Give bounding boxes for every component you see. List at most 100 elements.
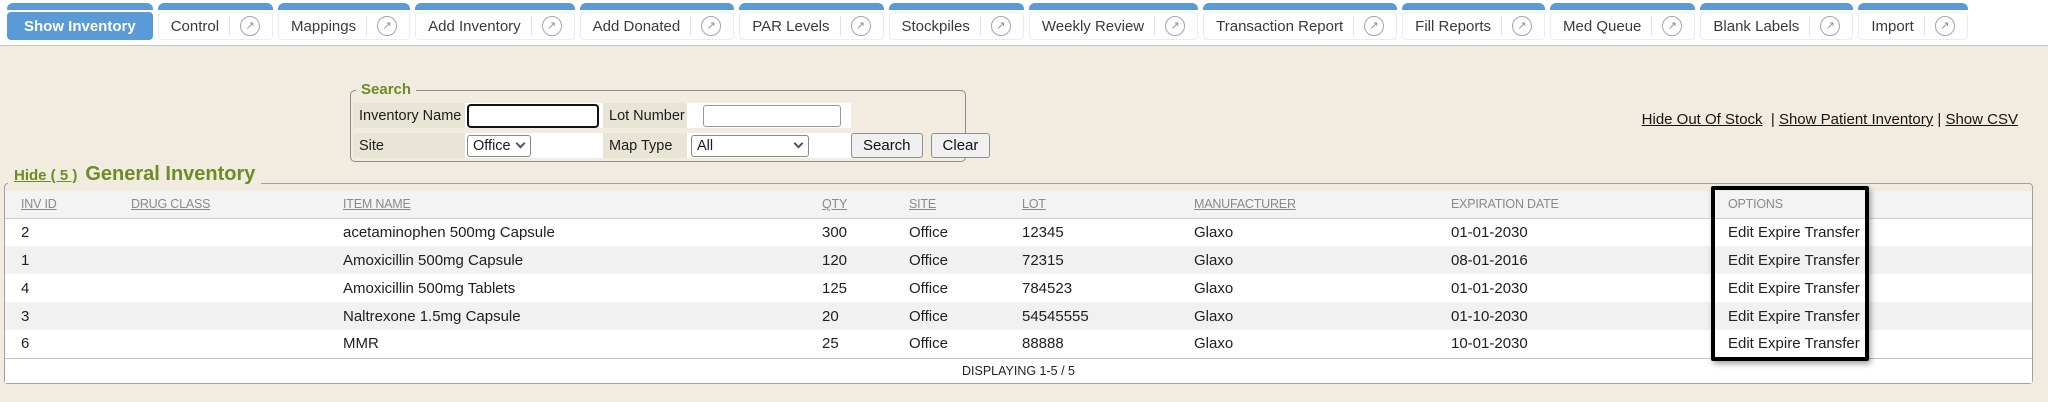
column-header-drug-class[interactable]: DRUG CLASS: [115, 191, 327, 218]
site-cell: Office: [893, 274, 1006, 302]
hide-out-of-stock-link[interactable]: Hide Out Of Stock: [1642, 111, 1763, 128]
site-select[interactable]: Office: [467, 135, 531, 157]
column-header-item-name[interactable]: ITEM NAME: [327, 191, 806, 218]
external-link-icon[interactable]: ↗: [1364, 16, 1384, 36]
external-link-icon[interactable]: ↗: [991, 16, 1011, 36]
edit-link[interactable]: Edit: [1728, 280, 1754, 297]
expire-link[interactable]: Expire: [1758, 224, 1801, 241]
column-header-inv-id[interactable]: INV ID: [5, 191, 115, 218]
clear-button[interactable]: Clear: [931, 133, 991, 158]
tab-label: Stockpiles: [902, 18, 970, 35]
edit-link[interactable]: Edit: [1728, 335, 1754, 352]
expiration-date-cell: 01-01-2030: [1435, 274, 1712, 302]
expiration-date-cell: 08-01-2016: [1435, 246, 1712, 274]
options-cell: Edit Expire Transfer: [1712, 330, 1872, 358]
tab-add-donated[interactable]: Add Donated ↗: [580, 3, 735, 40]
tab-icon-wrap: ↗: [1353, 16, 1384, 36]
table-body: 2acetaminophen 500mg Capsule300Office123…: [5, 218, 2032, 358]
lot-number-input[interactable]: [703, 105, 841, 127]
tab-fill-reports[interactable]: Fill Reports ↗: [1402, 3, 1545, 40]
map-type-select-value: All: [697, 138, 713, 154]
qty-cell: 120: [806, 246, 893, 274]
inv-id-cell: 1: [5, 246, 115, 274]
show-csv-link[interactable]: Show CSV: [1945, 111, 2018, 128]
external-link-icon[interactable]: ↗: [542, 16, 562, 36]
tab-par-levels[interactable]: PAR Levels ↗: [739, 3, 883, 40]
map-type-select[interactable]: All: [691, 135, 809, 157]
column-header-lot[interactable]: LOT: [1006, 191, 1178, 218]
tab-label: Transaction Report: [1216, 18, 1343, 35]
inventory-table-wrap: INV IDDRUG CLASSITEM NAMEQTYSITELOTMANUF…: [5, 191, 2032, 383]
tab-label: Show Inventory: [24, 18, 136, 35]
chevron-down-icon: [794, 139, 804, 149]
transfer-link[interactable]: Transfer: [1804, 280, 1859, 297]
expire-link[interactable]: Expire: [1758, 252, 1801, 269]
tab-label: Blank Labels: [1713, 18, 1799, 35]
transfer-link[interactable]: Transfer: [1804, 252, 1859, 269]
edit-link[interactable]: Edit: [1728, 224, 1754, 241]
column-header-site[interactable]: SITE: [893, 191, 1006, 218]
displaying-status: DISPLAYING 1-5 / 5: [5, 358, 2032, 383]
tab-cap: [278, 3, 410, 10]
manufacturer-cell: Glaxo: [1178, 302, 1435, 330]
external-link-icon[interactable]: ↗: [240, 16, 260, 36]
transfer-link[interactable]: Transfer: [1804, 224, 1859, 241]
page-title: General Inventory: [85, 163, 255, 186]
options-cell: Edit Expire Transfer: [1712, 302, 1872, 330]
external-link-icon[interactable]: ↗: [1935, 16, 1955, 36]
edit-link[interactable]: Edit: [1728, 252, 1754, 269]
filler-cell: [1872, 302, 2032, 330]
column-header-qty[interactable]: QTY: [806, 191, 893, 218]
tab-icon-wrap: ↗: [1809, 16, 1840, 36]
item-name-cell: acetaminophen 500mg Capsule: [327, 218, 806, 246]
inv-id-cell: 3: [5, 302, 115, 330]
tab-cap: [1029, 3, 1198, 10]
show-patient-inventory-link[interactable]: Show Patient Inventory: [1779, 111, 1933, 128]
external-link-icon[interactable]: ↗: [1820, 16, 1840, 36]
hide-count-link[interactable]: Hide ( 5 ): [14, 167, 77, 184]
inventory-name-input[interactable]: [467, 104, 599, 128]
tab-cap: [7, 3, 153, 10]
tab-stockpiles[interactable]: Stockpiles ↗: [889, 3, 1024, 40]
table-row: 6MMR25Office88888Glaxo10-01-2030Edit Exp…: [5, 330, 2032, 358]
tab-add-inventory[interactable]: Add Inventory ↗: [415, 3, 575, 40]
chevron-down-icon: [516, 139, 526, 149]
tab-mappings[interactable]: Mappings ↗: [278, 3, 410, 40]
tab-cap: [1550, 3, 1695, 10]
tab-blank-labels[interactable]: Blank Labels ↗: [1700, 3, 1853, 40]
tab-weekly-review[interactable]: Weekly Review ↗: [1029, 3, 1198, 40]
column-header-manufacturer[interactable]: MANUFACTURER: [1178, 191, 1435, 218]
tab-control[interactable]: Control ↗: [158, 3, 273, 40]
tab-label: PAR Levels: [752, 18, 829, 35]
column-header-options: OPTIONS: [1712, 191, 1872, 218]
tab-cap: [580, 3, 735, 10]
external-link-icon[interactable]: ↗: [701, 16, 721, 36]
search-grid: Inventory Name Lot Number Site Office Ma…: [353, 103, 961, 158]
external-link-icon[interactable]: ↗: [1165, 16, 1185, 36]
tab-show-inventory[interactable]: Show Inventory: [7, 3, 153, 40]
external-link-icon[interactable]: ↗: [1512, 16, 1532, 36]
edit-link[interactable]: Edit: [1728, 308, 1754, 325]
tab-transaction-report[interactable]: Transaction Report ↗: [1203, 3, 1397, 40]
external-link-icon[interactable]: ↗: [851, 16, 871, 36]
drug-class-cell: [115, 218, 327, 246]
search-legend: Search: [356, 81, 416, 98]
expire-link[interactable]: Expire: [1758, 308, 1801, 325]
manufacturer-cell: Glaxo: [1178, 246, 1435, 274]
filler-cell: [1872, 274, 2032, 302]
expire-link[interactable]: Expire: [1758, 335, 1801, 352]
transfer-link[interactable]: Transfer: [1804, 335, 1859, 352]
tab-import[interactable]: Import ↗: [1858, 3, 1968, 40]
search-button[interactable]: Search: [851, 133, 923, 158]
tab-med-queue[interactable]: Med Queue ↗: [1550, 3, 1695, 40]
drug-class-cell: [115, 330, 327, 358]
external-link-icon[interactable]: ↗: [377, 16, 397, 36]
lot-cell: 72315: [1006, 246, 1178, 274]
lot-cell: 88888: [1006, 330, 1178, 358]
options-cell: Edit Expire Transfer: [1712, 274, 1872, 302]
table-row: 2acetaminophen 500mg Capsule300Office123…: [5, 218, 2032, 246]
expire-link[interactable]: Expire: [1758, 280, 1801, 297]
inventory-table: INV IDDRUG CLASSITEM NAMEQTYSITELOTMANUF…: [5, 191, 2032, 383]
transfer-link[interactable]: Transfer: [1804, 308, 1859, 325]
external-link-icon[interactable]: ↗: [1662, 16, 1682, 36]
